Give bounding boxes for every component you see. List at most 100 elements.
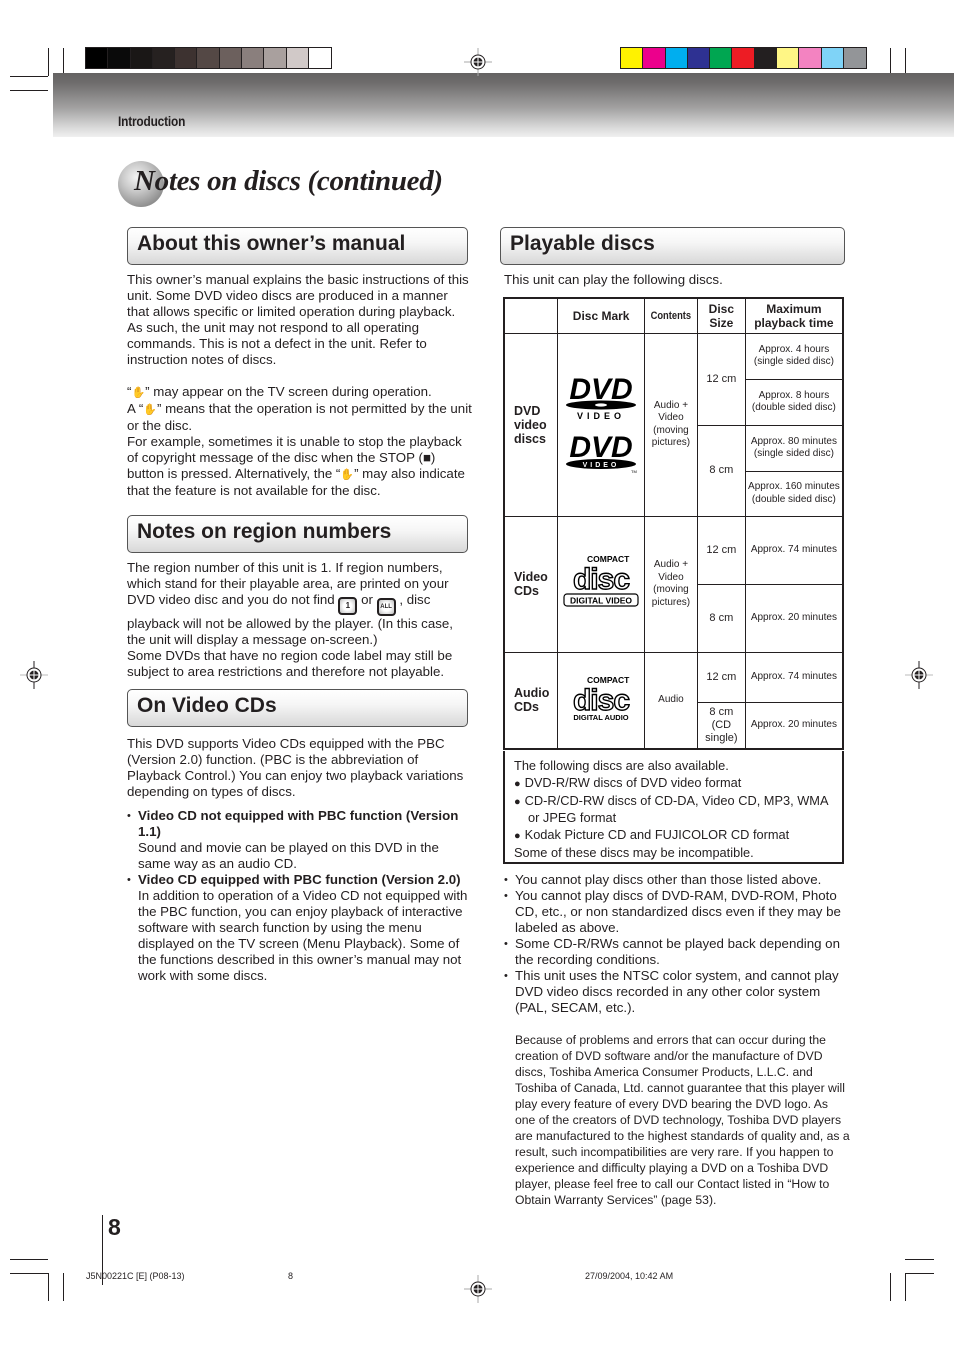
video-cd-text: This DVD supports Video CDs equipped wit… bbox=[127, 736, 472, 984]
compact-disc-video-logo-icon: COMPACT disc DIGITAL VIDEO bbox=[563, 554, 639, 607]
table-header-row: Disc Mark Contents Disc Size Maximum pla… bbox=[503, 297, 844, 334]
list-item: You cannot play discs of DVD-RAM, DVD-RO… bbox=[504, 888, 849, 936]
color-swatch bbox=[687, 48, 711, 68]
color-swatch bbox=[197, 48, 220, 68]
crop-mark bbox=[905, 1273, 906, 1301]
disclaimer-text: Because of problems and errors that can … bbox=[515, 1033, 850, 1207]
color-swatch bbox=[152, 48, 176, 68]
crop-mark bbox=[10, 1259, 48, 1260]
dvd-video-logo-icon: DVD VIDEO DVD VIDEO TM bbox=[566, 373, 637, 474]
color-swatch bbox=[754, 48, 778, 68]
svg-text:VIDEO: VIDEO bbox=[577, 411, 625, 421]
registration-mark-icon bbox=[905, 661, 933, 689]
time-cell: Approx. 80 minutes (single sided disc) bbox=[744, 424, 844, 472]
also-available-intro: The following discs are also available. bbox=[514, 758, 729, 773]
color-calibration-bar bbox=[620, 47, 868, 69]
playable-discs-heading: Playable discs bbox=[510, 232, 655, 255]
contents-cell: Audio + Video (moving pictures) bbox=[644, 515, 698, 653]
svg-text:DIGITAL AUDIO: DIGITAL AUDIO bbox=[573, 713, 628, 722]
grayscale-calibration-bar bbox=[85, 47, 333, 69]
color-swatch bbox=[219, 48, 243, 68]
color-swatch bbox=[799, 48, 822, 68]
restrictions-list: You cannot play discs other than those l… bbox=[504, 872, 849, 1016]
time-cell: Approx. 160 minutes (double sided disc) bbox=[744, 470, 844, 517]
region-para1: The region number of this unit is 1. If … bbox=[127, 560, 453, 647]
page-title: Notes on discs (continued) bbox=[134, 165, 443, 197]
video-cd-intro: This DVD supports Video CDs equipped wit… bbox=[127, 736, 464, 799]
contents-cell: Audio bbox=[644, 651, 698, 750]
svg-text:DIGITAL VIDEO: DIGITAL VIDEO bbox=[570, 595, 632, 605]
region-heading-box: Notes on region numbers bbox=[127, 515, 468, 553]
svg-text:VIDEO: VIDEO bbox=[583, 462, 620, 469]
list-item-continuation: or JPEG format bbox=[528, 810, 617, 826]
color-swatch bbox=[175, 48, 198, 68]
list-item: This unit uses the NTSC color system, an… bbox=[504, 968, 849, 1016]
about-manual-heading: About this owner’s manual bbox=[137, 232, 406, 255]
table-row: DVD video discs DVD VIDEO DVD VIDEO TM A… bbox=[503, 332, 844, 517]
color-swatch bbox=[308, 48, 332, 68]
color-swatch bbox=[621, 48, 644, 68]
list-item: CD-R/CD-RW discs of CD-DA, Video CD, MP3… bbox=[514, 793, 842, 811]
about-manual-text: This owner’s manual explains the basic i… bbox=[127, 272, 472, 499]
footer-doc-code: J5N00221C [E] (P08-13) bbox=[86, 1271, 185, 1281]
size-cell: 8 cm bbox=[696, 583, 746, 653]
size-cell: 8 cm (CD single) bbox=[696, 701, 746, 750]
region-1-icon: 1 bbox=[338, 597, 358, 615]
time-cell: Approx. 74 minutes bbox=[744, 651, 844, 703]
color-swatch bbox=[821, 48, 844, 68]
registration-mark-icon bbox=[20, 661, 48, 689]
table-header: Disc Mark bbox=[557, 297, 646, 334]
restrictions-list-block: You cannot play discs other than those l… bbox=[504, 872, 849, 1016]
table-row: Audio CDs COMPACT disc DIGITAL AUDIO Aud… bbox=[503, 651, 844, 750]
crop-mark bbox=[890, 1273, 891, 1301]
crop-mark bbox=[10, 90, 48, 91]
color-swatch bbox=[86, 48, 109, 68]
compact-disc-digital-audio-logo: COMPACT disc DIGITAL AUDIO bbox=[557, 651, 646, 750]
crop-mark bbox=[890, 48, 891, 76]
color-swatch bbox=[732, 48, 755, 68]
list-item: You cannot play discs other than those l… bbox=[504, 872, 849, 888]
compact-disc-digital-video-logo: COMPACT disc DIGITAL VIDEO bbox=[557, 515, 646, 653]
color-swatch bbox=[286, 48, 309, 68]
crop-mark bbox=[10, 1273, 48, 1274]
crop-mark bbox=[63, 48, 64, 76]
crop-mark bbox=[905, 1273, 934, 1274]
crop-mark bbox=[905, 1259, 934, 1260]
list-item: DVD-R/RW discs of DVD video format bbox=[514, 775, 842, 793]
region-text: The region number of this unit is 1. If … bbox=[127, 560, 472, 680]
time-cell: Approx. 4 hours (single sided disc) bbox=[744, 332, 844, 380]
registration-mark-icon bbox=[464, 48, 492, 76]
svg-text:disc: disc bbox=[573, 563, 629, 596]
table-header: Maximum playback time bbox=[744, 297, 844, 334]
about-manual-para1: This owner’s manual explains the basic i… bbox=[127, 272, 469, 367]
table-header bbox=[503, 297, 559, 334]
color-swatch bbox=[242, 48, 265, 68]
row-label-video-cd: Video CDs bbox=[503, 515, 559, 653]
color-swatch bbox=[777, 48, 800, 68]
crop-mark bbox=[905, 48, 906, 76]
crop-mark bbox=[10, 76, 48, 77]
page-number: 8 bbox=[108, 1214, 121, 1240]
color-swatch bbox=[264, 48, 287, 68]
playable-discs-intro: This unit can play the following discs. bbox=[504, 272, 723, 287]
color-swatch bbox=[710, 48, 733, 68]
hand-prohibited-icon: ✋ bbox=[143, 404, 157, 416]
crop-mark bbox=[63, 1273, 64, 1301]
header-band bbox=[53, 73, 954, 137]
list-item: Video CD equipped with PBC function (Ver… bbox=[127, 872, 472, 984]
hand-prohibited-icon: ✋ bbox=[131, 387, 146, 399]
video-cd-list: Video CD not equipped with PBC function … bbox=[127, 808, 472, 984]
about-manual-para2: “✋” may appear on the TV screen during o… bbox=[127, 384, 472, 498]
color-swatch bbox=[843, 48, 867, 68]
list-item: Video CD not equipped with PBC function … bbox=[127, 808, 472, 872]
color-swatch bbox=[665, 48, 688, 68]
list-item: Some CD-R/RWs cannot be played back depe… bbox=[504, 936, 849, 968]
also-available-box: The following discs are also available. … bbox=[503, 751, 844, 864]
size-cell: 12 cm bbox=[696, 515, 746, 585]
footer-timestamp: 27/09/2004, 10:42 AM bbox=[585, 1271, 674, 1281]
row-label-audio-cd: Audio CDs bbox=[503, 651, 559, 750]
color-swatch bbox=[108, 48, 131, 68]
video-cd-heading-box: On Video CDs bbox=[127, 689, 468, 727]
row-label-dvd: DVD video discs bbox=[503, 332, 559, 517]
contents-cell: Audio + Video (moving pictures) bbox=[644, 332, 698, 517]
